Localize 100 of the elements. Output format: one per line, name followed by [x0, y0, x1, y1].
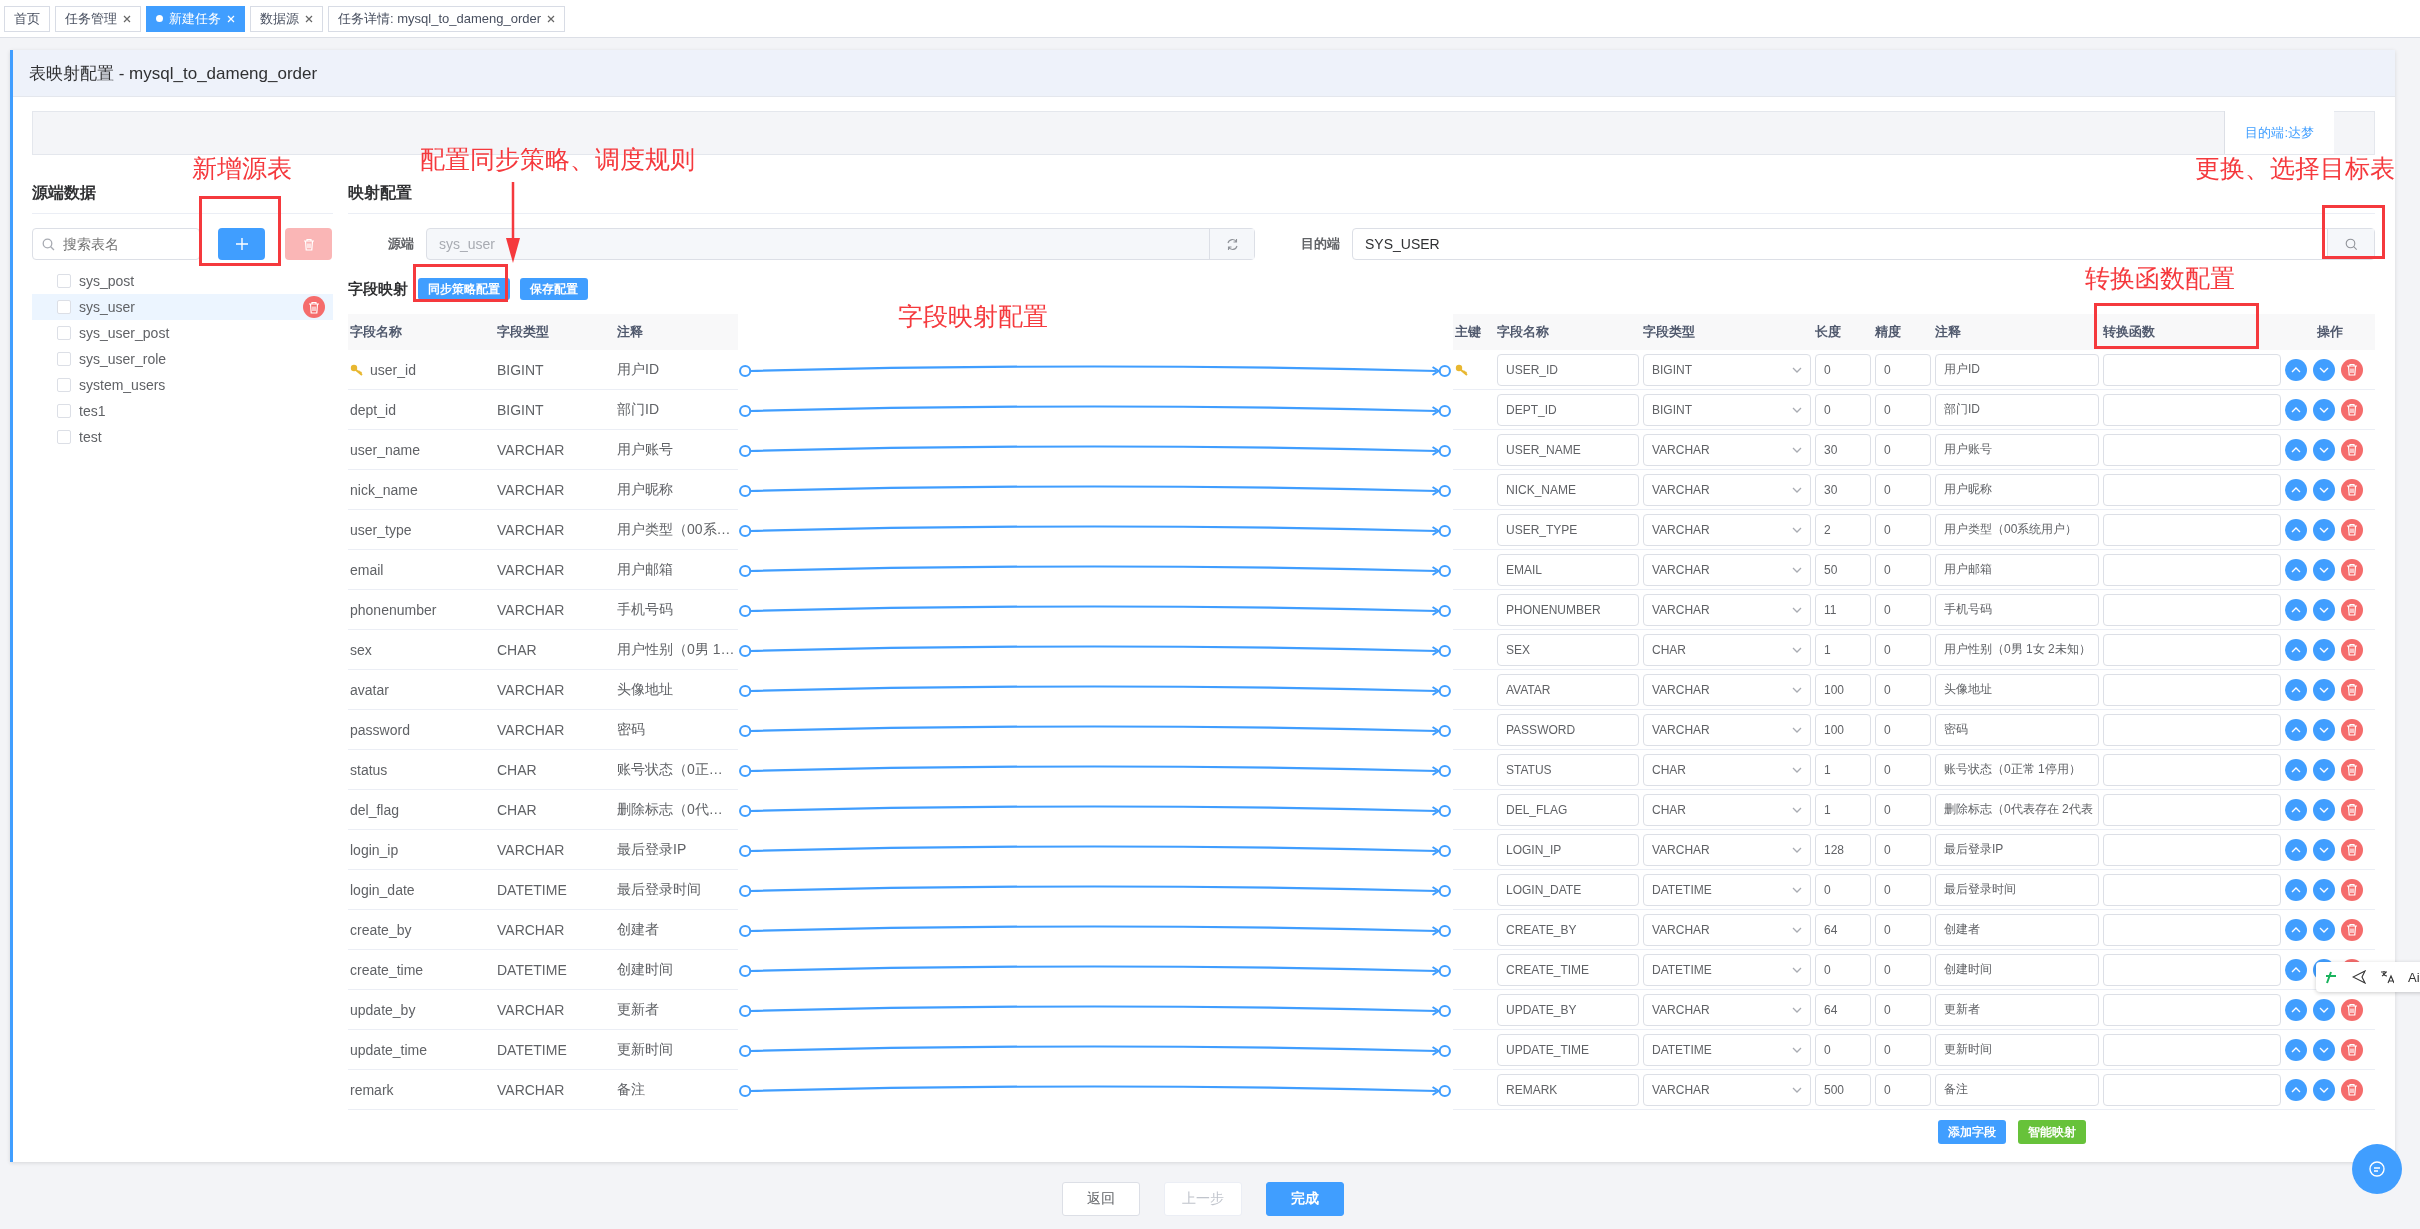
delete-button[interactable]: [2341, 878, 2363, 901]
move-down-button[interactable]: [2313, 918, 2335, 941]
table-item[interactable]: test: [32, 424, 333, 450]
function-field[interactable]: [2103, 593, 2281, 626]
type-dropdown[interactable]: DATETIME: [1643, 953, 1811, 986]
length-field[interactable]: 100: [1815, 713, 1871, 746]
precision-field[interactable]: 0: [1875, 473, 1931, 506]
function-field[interactable]: [2103, 833, 2281, 866]
function-field[interactable]: [2103, 753, 2281, 786]
name-field[interactable]: DEPT_ID: [1497, 393, 1639, 426]
checkbox[interactable]: [57, 352, 71, 366]
precision-field[interactable]: 0: [1875, 993, 1931, 1026]
comment-field[interactable]: 删除标志（0代表存在 2代表: [1935, 793, 2099, 826]
close-icon[interactable]: [123, 14, 131, 23]
name-field[interactable]: USER_ID: [1497, 353, 1639, 386]
move-up-button[interactable]: [2285, 558, 2307, 581]
search-icon[interactable]: [2344, 237, 2358, 251]
precision-field[interactable]: 0: [1875, 713, 1931, 746]
move-down-button[interactable]: [2313, 878, 2335, 901]
delete-button[interactable]: [2341, 1078, 2363, 1101]
type-dropdown[interactable]: VARCHAR: [1643, 713, 1811, 746]
precision-field[interactable]: 0: [1875, 553, 1931, 586]
length-field[interactable]: 128: [1815, 833, 1871, 866]
delete-button[interactable]: [303, 296, 325, 318]
comment-field[interactable]: 用户性别（0男 1女 2未知）: [1935, 633, 2099, 666]
function-field[interactable]: [2103, 873, 2281, 906]
table-item[interactable]: sys_user_post: [32, 320, 333, 346]
move-up-button[interactable]: [2285, 838, 2307, 861]
move-down-button[interactable]: [2313, 998, 2335, 1021]
move-down-button[interactable]: [2313, 758, 2335, 781]
length-field[interactable]: 1: [1815, 753, 1871, 786]
name-field[interactable]: USER_NAME: [1497, 433, 1639, 466]
move-up-button[interactable]: [2285, 438, 2307, 461]
precision-field[interactable]: 0: [1875, 353, 1931, 386]
name-field[interactable]: LOGIN_IP: [1497, 833, 1639, 866]
move-up-button[interactable]: [2285, 478, 2307, 501]
length-field[interactable]: 64: [1815, 913, 1871, 946]
move-up-button[interactable]: [2285, 1078, 2307, 1101]
length-field[interactable]: 0: [1815, 353, 1871, 386]
move-up-button[interactable]: [2285, 1038, 2307, 1061]
function-field[interactable]: [2103, 633, 2281, 666]
type-dropdown[interactable]: VARCHAR: [1643, 993, 1811, 1026]
move-down-button[interactable]: [2313, 838, 2335, 861]
type-dropdown[interactable]: VARCHAR: [1643, 913, 1811, 946]
precision-field[interactable]: 0: [1875, 633, 1931, 666]
name-field[interactable]: NICK_NAME: [1497, 473, 1639, 506]
comment-field[interactable]: 用户ID: [1935, 353, 2099, 386]
function-field[interactable]: [2103, 1073, 2281, 1106]
function-field[interactable]: [2103, 913, 2281, 946]
table-item[interactable]: sys_user: [32, 294, 333, 320]
move-up-button[interactable]: [2285, 958, 2307, 981]
length-field[interactable]: 11: [1815, 593, 1871, 626]
function-field[interactable]: [2103, 553, 2281, 586]
ai-button[interactable]: Ai: [2408, 969, 2420, 985]
delete-button[interactable]: [2341, 358, 2363, 381]
delete-button[interactable]: [2341, 678, 2363, 701]
move-up-button[interactable]: [2285, 718, 2307, 741]
function-field[interactable]: [2103, 993, 2281, 1026]
type-dropdown[interactable]: VARCHAR: [1643, 553, 1811, 586]
precision-field[interactable]: 0: [1875, 953, 1931, 986]
function-field[interactable]: [2103, 673, 2281, 706]
name-field[interactable]: USER_TYPE: [1497, 513, 1639, 546]
table-item[interactable]: sys_user_role: [32, 346, 333, 372]
comment-field[interactable]: 更新时间: [1935, 1033, 2099, 1066]
length-field[interactable]: 2: [1815, 513, 1871, 546]
delete-button[interactable]: [2341, 838, 2363, 861]
name-field[interactable]: PHONENUMBER: [1497, 593, 1639, 626]
move-up-button[interactable]: [2285, 678, 2307, 701]
precision-field[interactable]: 0: [1875, 1033, 1931, 1066]
type-dropdown[interactable]: DATETIME: [1643, 1033, 1811, 1066]
send-icon[interactable]: [2352, 970, 2366, 984]
move-down-button[interactable]: [2313, 398, 2335, 421]
function-field[interactable]: [2103, 353, 2281, 386]
delete-button[interactable]: [2341, 798, 2363, 821]
table-item[interactable]: system_users: [32, 372, 333, 398]
delete-button[interactable]: [2341, 638, 2363, 661]
target-field[interactable]: SYS_USER: [1352, 228, 2375, 260]
move-down-button[interactable]: [2313, 1078, 2335, 1101]
function-field[interactable]: [2103, 473, 2281, 506]
search-field[interactable]: 搜索表名: [32, 228, 200, 260]
delete-button[interactable]: [2341, 918, 2363, 941]
name-field[interactable]: AVATAR: [1497, 673, 1639, 706]
length-field[interactable]: 0: [1815, 1033, 1871, 1066]
page-tab[interactable]: 首页: [4, 5, 50, 32]
checkbox[interactable]: [57, 326, 71, 340]
leaf-icon[interactable]: [2324, 970, 2338, 984]
length-field[interactable]: 0: [1815, 393, 1871, 426]
move-up-button[interactable]: [2285, 918, 2307, 941]
move-down-button[interactable]: [2313, 598, 2335, 621]
length-field[interactable]: 0: [1815, 953, 1871, 986]
delete-button[interactable]: [2341, 598, 2363, 621]
precision-field[interactable]: 0: [1875, 673, 1931, 706]
delete-button[interactable]: [2341, 558, 2363, 581]
comment-field[interactable]: 最后登录IP: [1935, 833, 2099, 866]
translate-icon[interactable]: [2380, 970, 2394, 984]
type-dropdown[interactable]: VARCHAR: [1643, 673, 1811, 706]
comment-field[interactable]: 创建者: [1935, 913, 2099, 946]
type-dropdown[interactable]: CHAR: [1643, 753, 1811, 786]
refresh-icon[interactable]: [1225, 237, 1239, 251]
name-field[interactable]: PASSWORD: [1497, 713, 1639, 746]
